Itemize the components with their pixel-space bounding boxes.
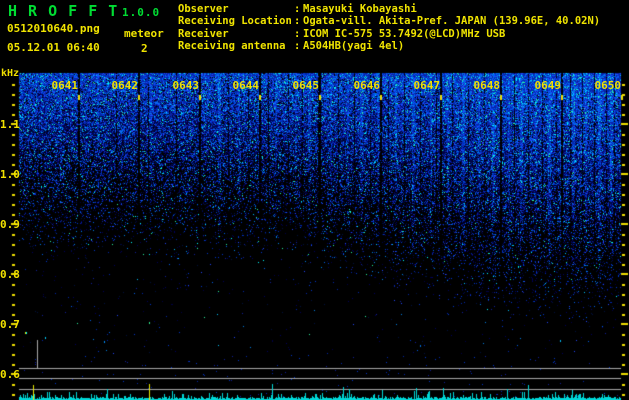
time-axis-label: 0642 bbox=[111, 79, 139, 92]
time-axis-label: 0643 bbox=[172, 79, 200, 92]
freq-axis-label: 0.6 bbox=[0, 368, 20, 381]
hrofft-window: H R O F F T 1.0.0 0512010640.png meteor … bbox=[0, 0, 629, 400]
axis-label-layer: kHz 1.1 1.0 0.9 0.8 0.7 0.6 0641 0642 0643 0644 064… bbox=[0, 0, 629, 400]
freq-axis-unit: kHz bbox=[1, 68, 20, 79]
time-axis-label: 0645 bbox=[292, 79, 320, 92]
freq-axis-label: 1.1 bbox=[0, 118, 20, 131]
time-axis-label: 0647 bbox=[413, 79, 441, 92]
time-axis-label: 0641 bbox=[51, 79, 79, 92]
freq-axis-label: 0.8 bbox=[0, 268, 20, 281]
time-axis-label: 0644 bbox=[232, 79, 260, 92]
time-axis-label: 0648 bbox=[473, 79, 501, 92]
freq-axis-label: 1.0 bbox=[0, 168, 20, 181]
time-axis-label: 0649 bbox=[534, 79, 562, 92]
time-axis-label: 0646 bbox=[353, 79, 381, 92]
freq-axis-label: 0.7 bbox=[0, 318, 20, 331]
time-axis-label: 0650 bbox=[594, 79, 622, 92]
freq-axis-label: 0.9 bbox=[0, 218, 20, 231]
